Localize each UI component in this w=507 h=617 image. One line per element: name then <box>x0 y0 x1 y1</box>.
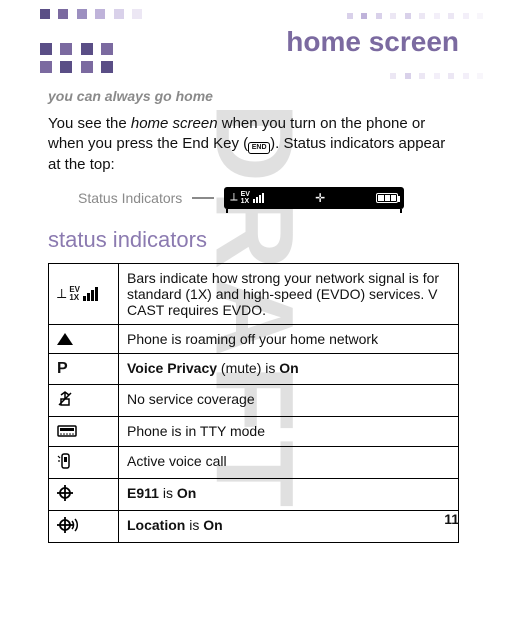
e911-desc: E911 is On <box>119 478 459 510</box>
location-icon <box>49 510 119 542</box>
table-row: ⟂ EV1X Bars indicate how strong your net… <box>49 263 459 324</box>
intro-pre: You see the <box>48 115 131 132</box>
page-title: home screen <box>286 26 459 58</box>
no-service-icon <box>49 384 119 416</box>
intro-term: home screen <box>131 115 218 132</box>
page-subtitle: you can always go home <box>48 88 459 104</box>
table-row: Phone is roaming off your home network <box>49 324 459 353</box>
table-row: E911 is On <box>49 478 459 510</box>
antenna-icon: ⟂ <box>230 191 237 204</box>
location-desc: Location is On <box>119 510 459 542</box>
statusbar-graphic: ⟂ EV1X ✛ <box>224 187 404 209</box>
tty-desc: Phone is in TTY mode <box>119 416 459 446</box>
page-number: 11 <box>444 511 459 527</box>
end-key-icon: END <box>248 142 270 154</box>
intro-paragraph: You see the home screen when you turn on… <box>48 114 459 175</box>
tty-icon <box>49 416 119 446</box>
voice-privacy-icon: P <box>49 353 119 384</box>
active-call-icon <box>49 446 119 478</box>
callout-line <box>192 197 214 199</box>
signal-strength-icon: ⟂ EV1X <box>49 263 119 324</box>
e911-icon: ✛ <box>315 191 325 205</box>
status-indicator-label: Status Indicators <box>78 190 182 206</box>
signal-strength-desc: Bars indicate how strong your network si… <box>119 263 459 324</box>
e911-icon <box>49 478 119 510</box>
header-decoration: home screen <box>0 0 507 80</box>
ev-1x-icon: EV1X <box>241 191 250 205</box>
section-heading: status indicators <box>48 227 459 253</box>
status-indicator-callout: Status Indicators ⟂ EV1X ✛ <box>78 187 459 209</box>
voice-privacy-desc: Voice Privacy (mute) is On <box>119 353 459 384</box>
table-row: Active voice call <box>49 446 459 478</box>
table-row: No service coverage <box>49 384 459 416</box>
signal-bars-icon <box>253 193 264 203</box>
roaming-desc: Phone is roaming off your home network <box>119 324 459 353</box>
no-service-desc: No service coverage <box>119 384 459 416</box>
battery-icon <box>376 193 398 203</box>
active-call-desc: Active voice call <box>119 446 459 478</box>
status-indicator-table: ⟂ EV1X Bars indicate how strong your net… <box>48 263 459 543</box>
table-row: P Voice Privacy (mute) is On <box>49 353 459 384</box>
table-row: Phone is in TTY mode <box>49 416 459 446</box>
table-row: Location is On <box>49 510 459 542</box>
roaming-icon <box>49 324 119 353</box>
